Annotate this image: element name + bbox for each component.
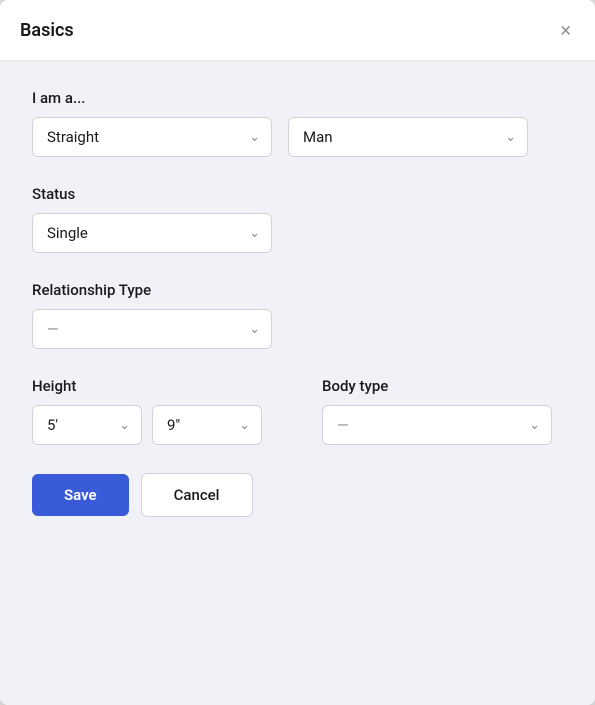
height-in-select-wrapper: 0" 1" 2" 3" 4" 5" 6" 7" 8" 9" 10" 11" (152, 405, 262, 445)
status-select[interactable]: Single Married Divorced Widowed Separate… (32, 213, 272, 253)
height-group: Height 4' 5' 6' 7' ⌄ 0" (32, 377, 262, 445)
height-inputs: 4' 5' 6' 7' ⌄ 0" 1" 2" 3" 4" (32, 405, 262, 445)
height-in-select[interactable]: 0" 1" 2" 3" 4" 5" 6" 7" 8" 9" 10" 11" (152, 405, 262, 445)
body-type-group: Body type — Slim Athletic Average Curvy … (322, 377, 552, 445)
relationship-type-select-wrapper: — Monogamy Polygamy Open relationship ⌄ (32, 309, 272, 349)
relationship-type-label: Relationship Type (32, 281, 563, 299)
modal: Basics × I am a... Straight Gay Bisexual… (0, 0, 595, 705)
relationship-type-select[interactable]: — Monogamy Polygamy Open relationship (32, 309, 272, 349)
modal-body: I am a... Straight Gay Bisexual Other ⌄ … (0, 61, 595, 705)
body-type-select[interactable]: — Slim Athletic Average Curvy Full figur… (322, 405, 552, 445)
actions-row: Save Cancel (32, 473, 563, 517)
height-label: Height (32, 377, 262, 395)
status-select-wrapper: Single Married Divorced Widowed Separate… (32, 213, 272, 253)
orientation-select[interactable]: Straight Gay Bisexual Other (32, 117, 272, 157)
save-button[interactable]: Save (32, 474, 129, 516)
gender-select-wrapper: Man Woman Non-binary Other ⌄ (288, 117, 528, 157)
height-ft-select-wrapper: 4' 5' 6' 7' ⌄ (32, 405, 142, 445)
gender-select[interactable]: Man Woman Non-binary Other (288, 117, 528, 157)
status-label: Status (32, 185, 563, 203)
orientation-gender-label: I am a... (32, 89, 563, 107)
orientation-select-wrapper: Straight Gay Bisexual Other ⌄ (32, 117, 272, 157)
height-ft-select[interactable]: 4' 5' 6' 7' (32, 405, 142, 445)
orientation-gender-row: Straight Gay Bisexual Other ⌄ Man Woman … (32, 117, 563, 157)
modal-header: Basics × (0, 0, 595, 61)
modal-title: Basics (20, 20, 74, 41)
body-type-select-wrapper: — Slim Athletic Average Curvy Full figur… (322, 405, 552, 445)
cancel-button[interactable]: Cancel (141, 473, 253, 517)
close-icon: × (560, 20, 571, 40)
close-button[interactable]: × (556, 16, 575, 44)
status-group: Status Single Married Divorced Widowed S… (32, 185, 563, 253)
body-type-label: Body type (322, 377, 552, 395)
orientation-gender-group: I am a... Straight Gay Bisexual Other ⌄ … (32, 89, 563, 157)
height-body-row: Height 4' 5' 6' 7' ⌄ 0" (32, 377, 563, 445)
relationship-type-group: Relationship Type — Monogamy Polygamy Op… (32, 281, 563, 349)
